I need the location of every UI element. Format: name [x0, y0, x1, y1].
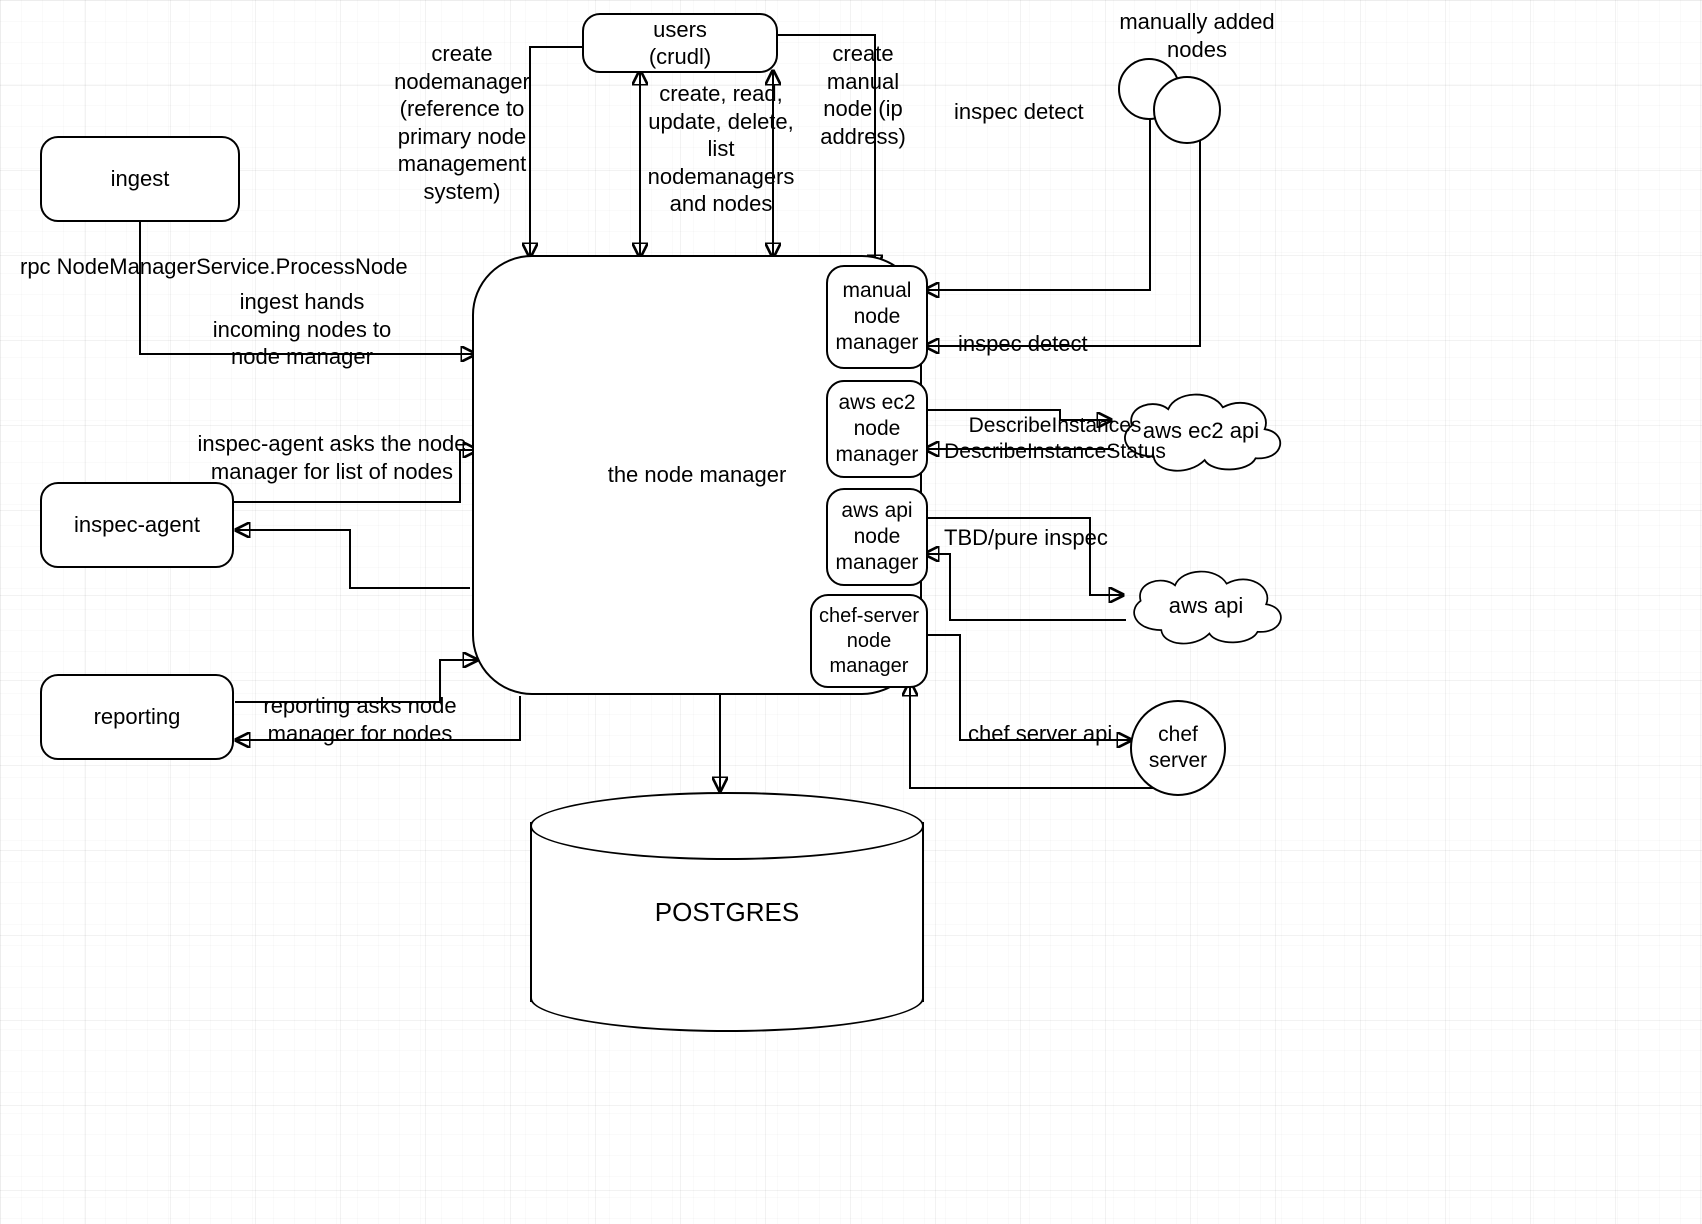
chef-server-circle: chef server: [1130, 700, 1226, 796]
inspec-agent-label: inspec-agent: [74, 511, 200, 539]
reporting-box: reporting: [40, 674, 234, 760]
aws-api-cloud: aws api: [1120, 560, 1292, 652]
aws-ec2-node-manager-label: aws ec2 node manager: [836, 390, 919, 469]
node-manager-label: the node manager: [608, 461, 787, 489]
users-box: users (crudl): [582, 13, 778, 73]
reporting-asks-label: reporting asks node manager for nodes: [250, 692, 470, 747]
inspec-asks-label: inspec-agent asks the node manager for l…: [182, 430, 482, 485]
postgres-db: POSTGRES: [530, 822, 924, 1002]
inspec-agent-box: inspec-agent: [40, 482, 234, 568]
ingest-box: ingest: [40, 136, 240, 222]
ingest-label: ingest: [111, 165, 170, 193]
aws-api-node-manager-label: aws api node manager: [836, 498, 919, 577]
rpc-label: rpc NodeManagerService.ProcessNode: [20, 253, 440, 281]
manual-node-manager-label: manual node manager: [836, 278, 919, 357]
reporting-label: reporting: [94, 703, 181, 731]
manual-nodes-label: manually added nodes: [1092, 8, 1302, 63]
describe-instances-label: DescribeInstances DescribeInstanceStatus: [930, 413, 1180, 466]
chef-server-api-label: chef server api: [968, 720, 1168, 748]
create-manual-node-label: create manual node (ip address): [803, 40, 923, 150]
chef-server-node-manager-label: chef-server node manager: [819, 604, 919, 679]
tbd-inspec-label: TBD/pure inspec: [944, 524, 1144, 552]
aws-api-node-manager-box: aws api node manager: [826, 488, 928, 586]
manual-node-manager-box: manual node manager: [826, 265, 928, 369]
manual-node-circle-2: [1153, 76, 1221, 144]
inspec-detect-label-2: inspec detect: [958, 330, 1118, 358]
ingest-hands-label: ingest hands incoming nodes to node mana…: [192, 288, 412, 371]
postgres-label: POSTGRES: [532, 824, 922, 1000]
crud-nodemanagers-label: create, read, update, delete, list nodem…: [636, 80, 806, 218]
chef-server-node-manager-box: chef-server node manager: [810, 594, 928, 688]
aws-ec2-node-manager-box: aws ec2 node manager: [826, 380, 928, 478]
create-nodemanager-label: create nodemanager (reference to primary…: [382, 40, 542, 205]
users-label: users (crudl): [649, 16, 711, 71]
aws-api-label: aws api: [1169, 593, 1244, 619]
inspec-detect-label-1: inspec detect: [954, 98, 1114, 126]
